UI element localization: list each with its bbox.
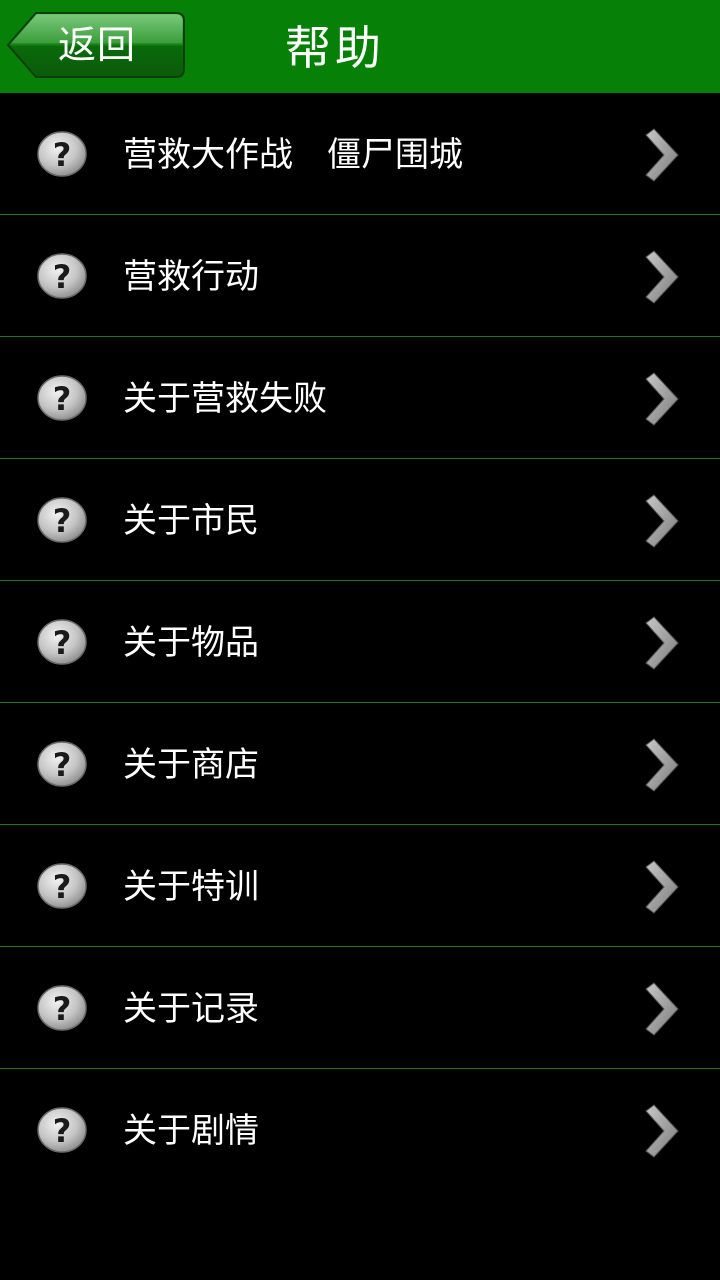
help-topic-label: 关于物品 <box>123 623 259 663</box>
help-topic-label: 营救大作战 僵尸围城 <box>123 135 463 175</box>
question-icon: ? <box>37 863 87 909</box>
page-title: 帮助 <box>285 21 385 75</box>
help-topic-label: 关于记录 <box>123 989 259 1029</box>
help-topic-row[interactable]: ? 关于商店 <box>0 703 720 825</box>
help-topic-list: ? 营救大作战 僵尸围城? 营救行动? 关于营救失败? 关于市民? 关于物品? 关于商店? 关… <box>0 93 720 1190</box>
help-topic-row[interactable]: ? 关于市民 <box>0 459 720 581</box>
svg-text:?: ? <box>53 136 72 174</box>
help-topic-label: 营救行动 <box>123 257 259 297</box>
header-bar: 返回 帮助 <box>0 0 720 93</box>
chevron-right-icon <box>642 737 682 793</box>
help-topic-row[interactable]: ? 营救行动 <box>0 215 720 337</box>
svg-text:?: ? <box>53 868 72 906</box>
question-icon: ? <box>37 985 87 1031</box>
svg-text:?: ? <box>53 746 72 784</box>
svg-text:?: ? <box>53 624 72 662</box>
svg-text:?: ? <box>53 258 72 296</box>
chevron-right-icon <box>642 249 682 305</box>
question-icon: ? <box>37 741 87 787</box>
chevron-right-icon <box>642 371 682 427</box>
help-topic-row[interactable]: ? 关于物品 <box>0 581 720 703</box>
back-button-label: 返回 <box>58 23 137 67</box>
chevron-right-icon <box>642 981 682 1037</box>
chevron-right-icon <box>642 1103 682 1159</box>
question-icon: ? <box>37 1107 87 1153</box>
chevron-right-icon <box>642 127 682 183</box>
help-topic-label: 关于市民 <box>123 501 259 541</box>
help-topic-label: 关于商店 <box>123 745 259 785</box>
help-topic-label: 关于营救失败 <box>123 379 327 419</box>
help-topic-row[interactable]: ? 营救大作战 僵尸围城 <box>0 93 720 215</box>
question-icon: ? <box>37 497 87 543</box>
chevron-right-icon <box>642 493 682 549</box>
back-button[interactable]: 返回 <box>6 11 186 79</box>
question-icon: ? <box>37 619 87 665</box>
question-icon: ? <box>37 253 87 299</box>
chevron-right-icon <box>642 859 682 915</box>
question-icon: ? <box>37 131 87 177</box>
help-topic-row[interactable]: ? 关于记录 <box>0 947 720 1069</box>
help-topic-row[interactable]: ? 关于剧情 <box>0 1069 720 1190</box>
help-topic-row[interactable]: ? 关于特训 <box>0 825 720 947</box>
svg-text:?: ? <box>53 990 72 1028</box>
chevron-right-icon <box>642 615 682 671</box>
svg-text:?: ? <box>53 502 72 540</box>
help-topic-label: 关于特训 <box>123 867 259 907</box>
question-icon: ? <box>37 375 87 421</box>
svg-text:?: ? <box>53 1112 72 1150</box>
svg-text:?: ? <box>53 380 72 418</box>
help-topic-label: 关于剧情 <box>123 1111 259 1151</box>
help-topic-row[interactable]: ? 关于营救失败 <box>0 337 720 459</box>
